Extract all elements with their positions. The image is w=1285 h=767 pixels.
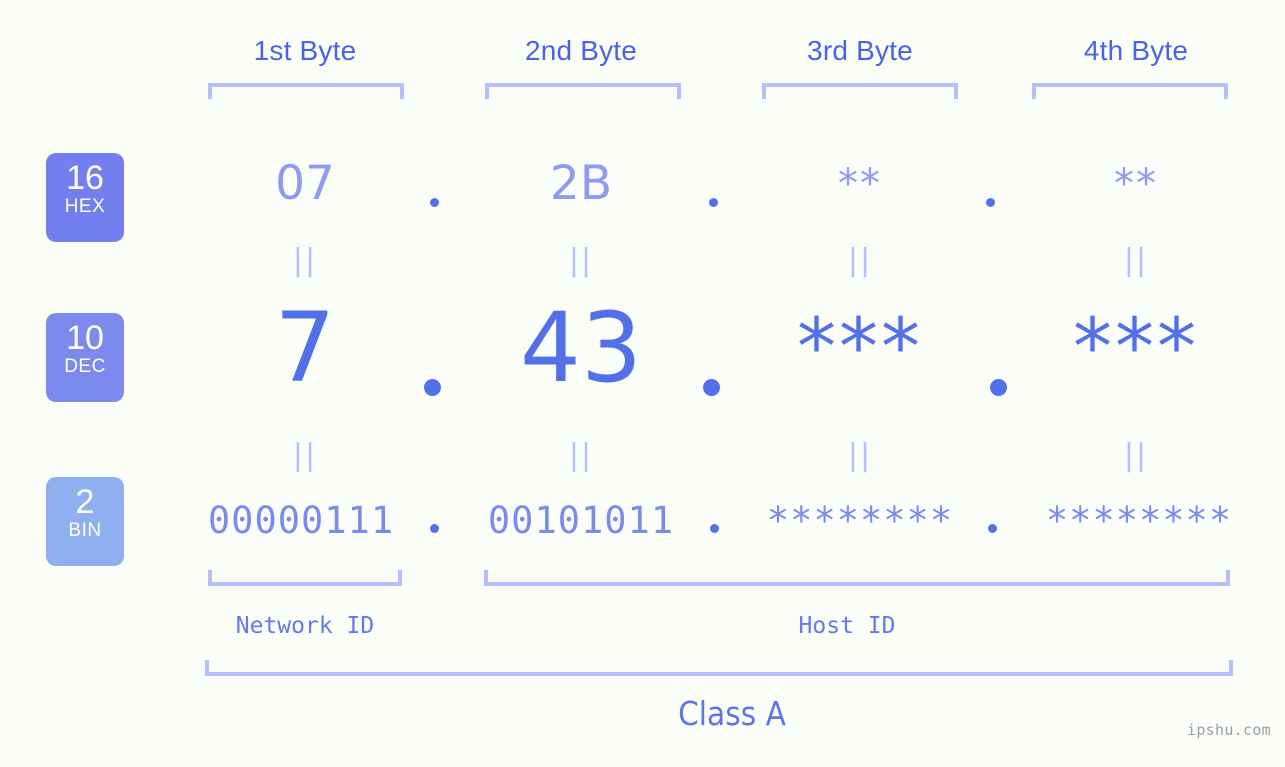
equals-mark-dec-bin-2: || xyxy=(568,438,594,473)
equals-mark-dec-bin-1: || xyxy=(292,438,318,473)
host-id-label: Host ID xyxy=(798,613,896,639)
base-badge-dec-number: 10 xyxy=(66,319,104,357)
base-badge-dec-abbr: DEC xyxy=(64,356,106,377)
bin-byte-3: ******** xyxy=(766,499,954,542)
byte-bracket-top-2 xyxy=(485,83,681,99)
byte-bracket-top-1 xyxy=(208,83,404,99)
dec-byte-3: *** xyxy=(797,303,923,393)
equals-mark-dec-bin-4: || xyxy=(1123,438,1149,473)
bin-byte-2: 00101011 xyxy=(487,499,675,542)
base-badge-bin-abbr: BIN xyxy=(68,520,102,541)
hex-separator-dot-2 xyxy=(709,198,718,207)
byte-header-4: 4th Byte xyxy=(1083,35,1189,66)
equals-mark-hex-dec-3: || xyxy=(847,243,873,278)
dec-separator-dot-2 xyxy=(703,379,720,396)
class-bracket xyxy=(205,660,1233,676)
hex-byte-4: ** xyxy=(1114,161,1158,207)
class-label: Class A xyxy=(678,694,786,733)
host-id-bracket xyxy=(484,570,1230,586)
dec-byte-2: 43 xyxy=(519,292,643,404)
ip-address-breakdown-diagram: 1st Byte 2nd Byte 3rd Byte 4th Byte 16 H… xyxy=(0,0,1285,767)
base-badge-hex-number: 16 xyxy=(66,159,104,197)
hex-separator-dot-3 xyxy=(986,198,995,207)
base-badge-bin: 2 BIN xyxy=(46,477,124,566)
byte-bracket-top-4 xyxy=(1032,83,1228,99)
site-watermark: ipshu.com xyxy=(1187,721,1271,739)
bin-separator-dot-3 xyxy=(988,524,997,533)
network-id-bracket xyxy=(208,570,402,586)
base-badge-bin-number: 2 xyxy=(75,483,95,521)
byte-bracket-top-3 xyxy=(762,83,958,99)
byte-header-3: 3rd Byte xyxy=(807,35,913,66)
dec-separator-dot-1 xyxy=(424,379,441,396)
byte-header-1: 1st Byte xyxy=(253,35,357,66)
base-badge-hex-abbr: HEX xyxy=(64,196,106,217)
bin-byte-1: 00000111 xyxy=(207,499,395,542)
hex-byte-2: 2B xyxy=(549,156,613,211)
dec-separator-dot-3 xyxy=(990,379,1007,396)
bin-byte-4: ******** xyxy=(1045,499,1233,542)
network-id-label: Network ID xyxy=(235,613,375,639)
bin-separator-dot-2 xyxy=(710,524,719,533)
equals-mark-hex-dec-4: || xyxy=(1123,243,1149,278)
equals-mark-hex-dec-2: || xyxy=(568,243,594,278)
bin-separator-dot-1 xyxy=(430,524,439,533)
hex-byte-3: ** xyxy=(838,161,882,207)
dec-byte-4: *** xyxy=(1073,303,1199,393)
equals-mark-dec-bin-3: || xyxy=(847,438,873,473)
byte-header-2: 2nd Byte xyxy=(524,35,638,66)
dec-byte-1: 7 xyxy=(274,292,336,404)
hex-byte-1: 07 xyxy=(275,156,335,211)
hex-separator-dot-1 xyxy=(430,198,439,207)
base-badge-hex: 16 HEX xyxy=(46,153,124,242)
equals-mark-hex-dec-1: || xyxy=(292,243,318,278)
base-badge-dec: 10 DEC xyxy=(46,313,124,402)
